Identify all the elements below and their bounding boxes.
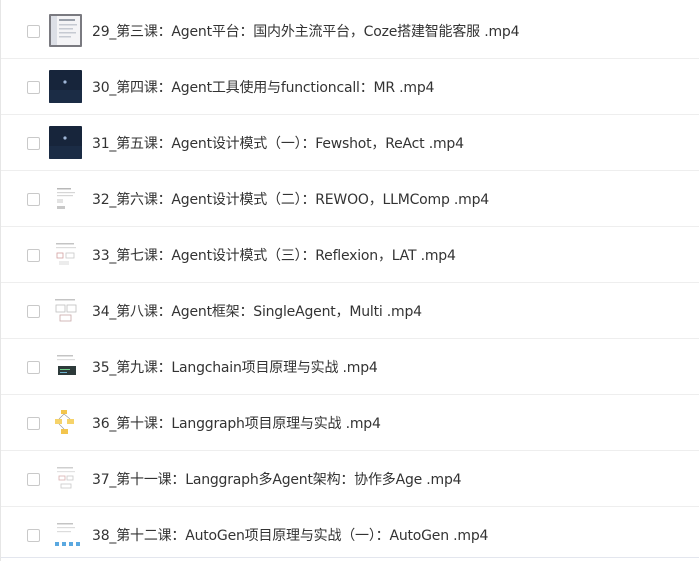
video-thumbnail[interactable] <box>49 461 82 495</box>
select-checkbox[interactable] <box>27 360 40 374</box>
file-name[interactable]: 29_第三课：Agent平台：国内外主流平台，Coze搭建智能客服 .mp4 <box>92 21 519 41</box>
file-name[interactable]: 36_第十课：Langgraph项目原理与实战 .mp4 <box>92 413 381 433</box>
file-row[interactable]: 38_第十二课：AutoGen项目原理与实战（一）：AutoGen .mp4 <box>1 507 699 563</box>
file-row[interactable]: 33_第七课：Agent设计模式（三）：Reflexion，LAT .mp4 <box>1 227 699 283</box>
select-checkbox[interactable] <box>27 192 40 206</box>
file-name[interactable]: 38_第十二课：AutoGen项目原理与实战（一）：AutoGen .mp4 <box>92 525 488 545</box>
file-list: 29_第三课：Agent平台：国内外主流平台，Coze搭建智能客服 .mp4 3… <box>0 0 699 561</box>
select-checkbox[interactable] <box>27 416 40 430</box>
file-row[interactable]: 35_第九课：Langchain项目原理与实战 .mp4 <box>1 339 699 395</box>
file-name[interactable]: 35_第九课：Langchain项目原理与实战 .mp4 <box>92 357 378 377</box>
video-thumbnail[interactable] <box>49 69 82 103</box>
file-name[interactable]: 33_第七课：Agent设计模式（三）：Reflexion，LAT .mp4 <box>92 245 456 265</box>
file-row[interactable]: 32_第六课：Agent设计模式（二）：REWOO，LLMComp .mp4 <box>1 171 699 227</box>
file-name[interactable]: 31_第五课：Agent设计模式（一）：Fewshot，ReAct .mp4 <box>92 133 464 153</box>
video-thumbnail[interactable] <box>49 518 82 551</box>
select-checkbox[interactable] <box>27 24 40 38</box>
video-thumbnail[interactable] <box>49 349 82 383</box>
select-checkbox[interactable] <box>27 529 40 542</box>
file-row[interactable]: 29_第三课：Agent平台：国内外主流平台，Coze搭建智能客服 .mp4 <box>1 3 699 59</box>
file-row[interactable]: 36_第十课：Langgraph项目原理与实战 .mp4 <box>1 395 699 451</box>
file-row[interactable]: 30_第四课：Agent工具使用与functioncall：MR .mp4 <box>1 59 699 115</box>
select-checkbox[interactable] <box>27 304 40 318</box>
video-thumbnail[interactable] <box>49 125 82 159</box>
select-checkbox[interactable] <box>27 80 40 94</box>
video-thumbnail[interactable] <box>49 181 82 215</box>
file-row[interactable]: 34_第八课：Agent框架：SingleAgent，Multi .mp4 <box>1 283 699 339</box>
video-thumbnail[interactable] <box>49 237 82 271</box>
file-row[interactable]: 31_第五课：Agent设计模式（一）：Fewshot，ReAct .mp4 <box>1 115 699 171</box>
file-name[interactable]: 34_第八课：Agent框架：SingleAgent，Multi .mp4 <box>92 301 422 321</box>
video-thumbnail[interactable] <box>49 405 82 439</box>
select-checkbox[interactable] <box>27 472 40 486</box>
file-name[interactable]: 32_第六课：Agent设计模式（二）：REWOO，LLMComp .mp4 <box>92 189 489 209</box>
list-bottom-divider <box>1 557 699 558</box>
file-row[interactable]: 37_第十一课：Langgraph多Agent架构：协作多Age .mp4 <box>1 451 699 507</box>
file-name[interactable]: 37_第十一课：Langgraph多Agent架构：协作多Age .mp4 <box>92 469 462 489</box>
file-name[interactable]: 30_第四课：Agent工具使用与functioncall：MR .mp4 <box>92 77 434 97</box>
select-checkbox[interactable] <box>27 136 40 150</box>
video-thumbnail[interactable] <box>49 13 82 47</box>
video-thumbnail[interactable] <box>49 293 82 327</box>
select-checkbox[interactable] <box>27 248 40 262</box>
